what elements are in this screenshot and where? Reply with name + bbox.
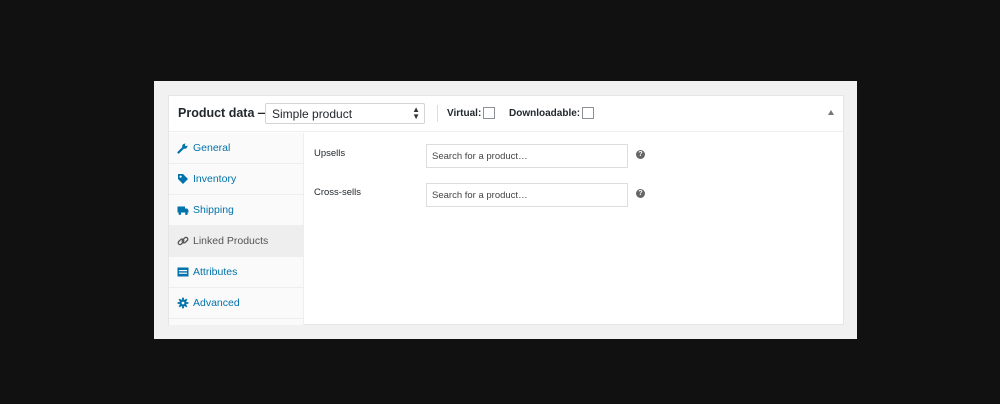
tab-advanced[interactable]: Advanced	[169, 288, 303, 319]
help-icon[interactable]: ?	[636, 150, 645, 159]
virtual-option[interactable]: Virtual:	[447, 107, 496, 119]
list-icon	[177, 267, 189, 277]
select-arrows-icon: ▲ ▼	[412, 105, 420, 121]
tab-attributes[interactable]: Attributes	[169, 257, 303, 288]
tab-shipping[interactable]: Shipping	[169, 195, 303, 226]
virtual-label: Virtual:	[447, 108, 482, 119]
tag-icon	[178, 174, 188, 184]
downloadable-option[interactable]: Downloadable:	[509, 107, 595, 119]
downloadable-checkbox[interactable]	[582, 107, 595, 119]
panel-header: Product data — Simple product ▲ ▼ Virtual…	[169, 96, 843, 132]
tab-inventory[interactable]: Inventory	[169, 164, 303, 195]
product-type-select[interactable]: Simple product ▲ ▼	[265, 103, 425, 124]
product-data-tabs: General Inventory Shipping Linked Produc…	[169, 133, 304, 325]
tab-label: General	[193, 142, 231, 154]
linked-products-content: Upsells Search for a product… ? Cross-se…	[305, 133, 843, 325]
tab-label: Linked Products	[193, 235, 269, 247]
gear-icon	[177, 297, 189, 309]
product-data-frame: Product data — Simple product ▲ ▼ Virtual…	[154, 81, 857, 339]
tab-linked-products[interactable]: Linked Products	[169, 226, 303, 257]
tab-label: Shipping	[193, 204, 234, 216]
upsells-label: Upsells	[314, 148, 346, 159]
tab-label: Advanced	[193, 297, 240, 309]
link-icon	[177, 236, 189, 246]
upsells-search-input[interactable]: Search for a product…	[426, 144, 628, 168]
collapse-arrow-icon[interactable]	[828, 110, 834, 115]
tab-label: Inventory	[193, 173, 237, 185]
product-type-value: Simple product	[272, 107, 353, 121]
tab-label: Attributes	[193, 266, 238, 278]
wrench-icon	[177, 143, 188, 154]
tab-general[interactable]: General	[169, 133, 303, 164]
panel-title: Product data —	[178, 106, 271, 120]
cross-sells-search-input[interactable]: Search for a product…	[426, 183, 628, 207]
product-data-panel: Product data — Simple product ▲ ▼ Virtual…	[168, 95, 844, 325]
virtual-checkbox[interactable]	[483, 107, 496, 119]
header-divider	[437, 105, 438, 122]
cross-sells-label: Cross-sells	[314, 187, 361, 198]
downloadable-label: Downloadable:	[509, 108, 581, 119]
help-icon[interactable]: ?	[636, 189, 645, 198]
truck-icon	[177, 206, 189, 215]
